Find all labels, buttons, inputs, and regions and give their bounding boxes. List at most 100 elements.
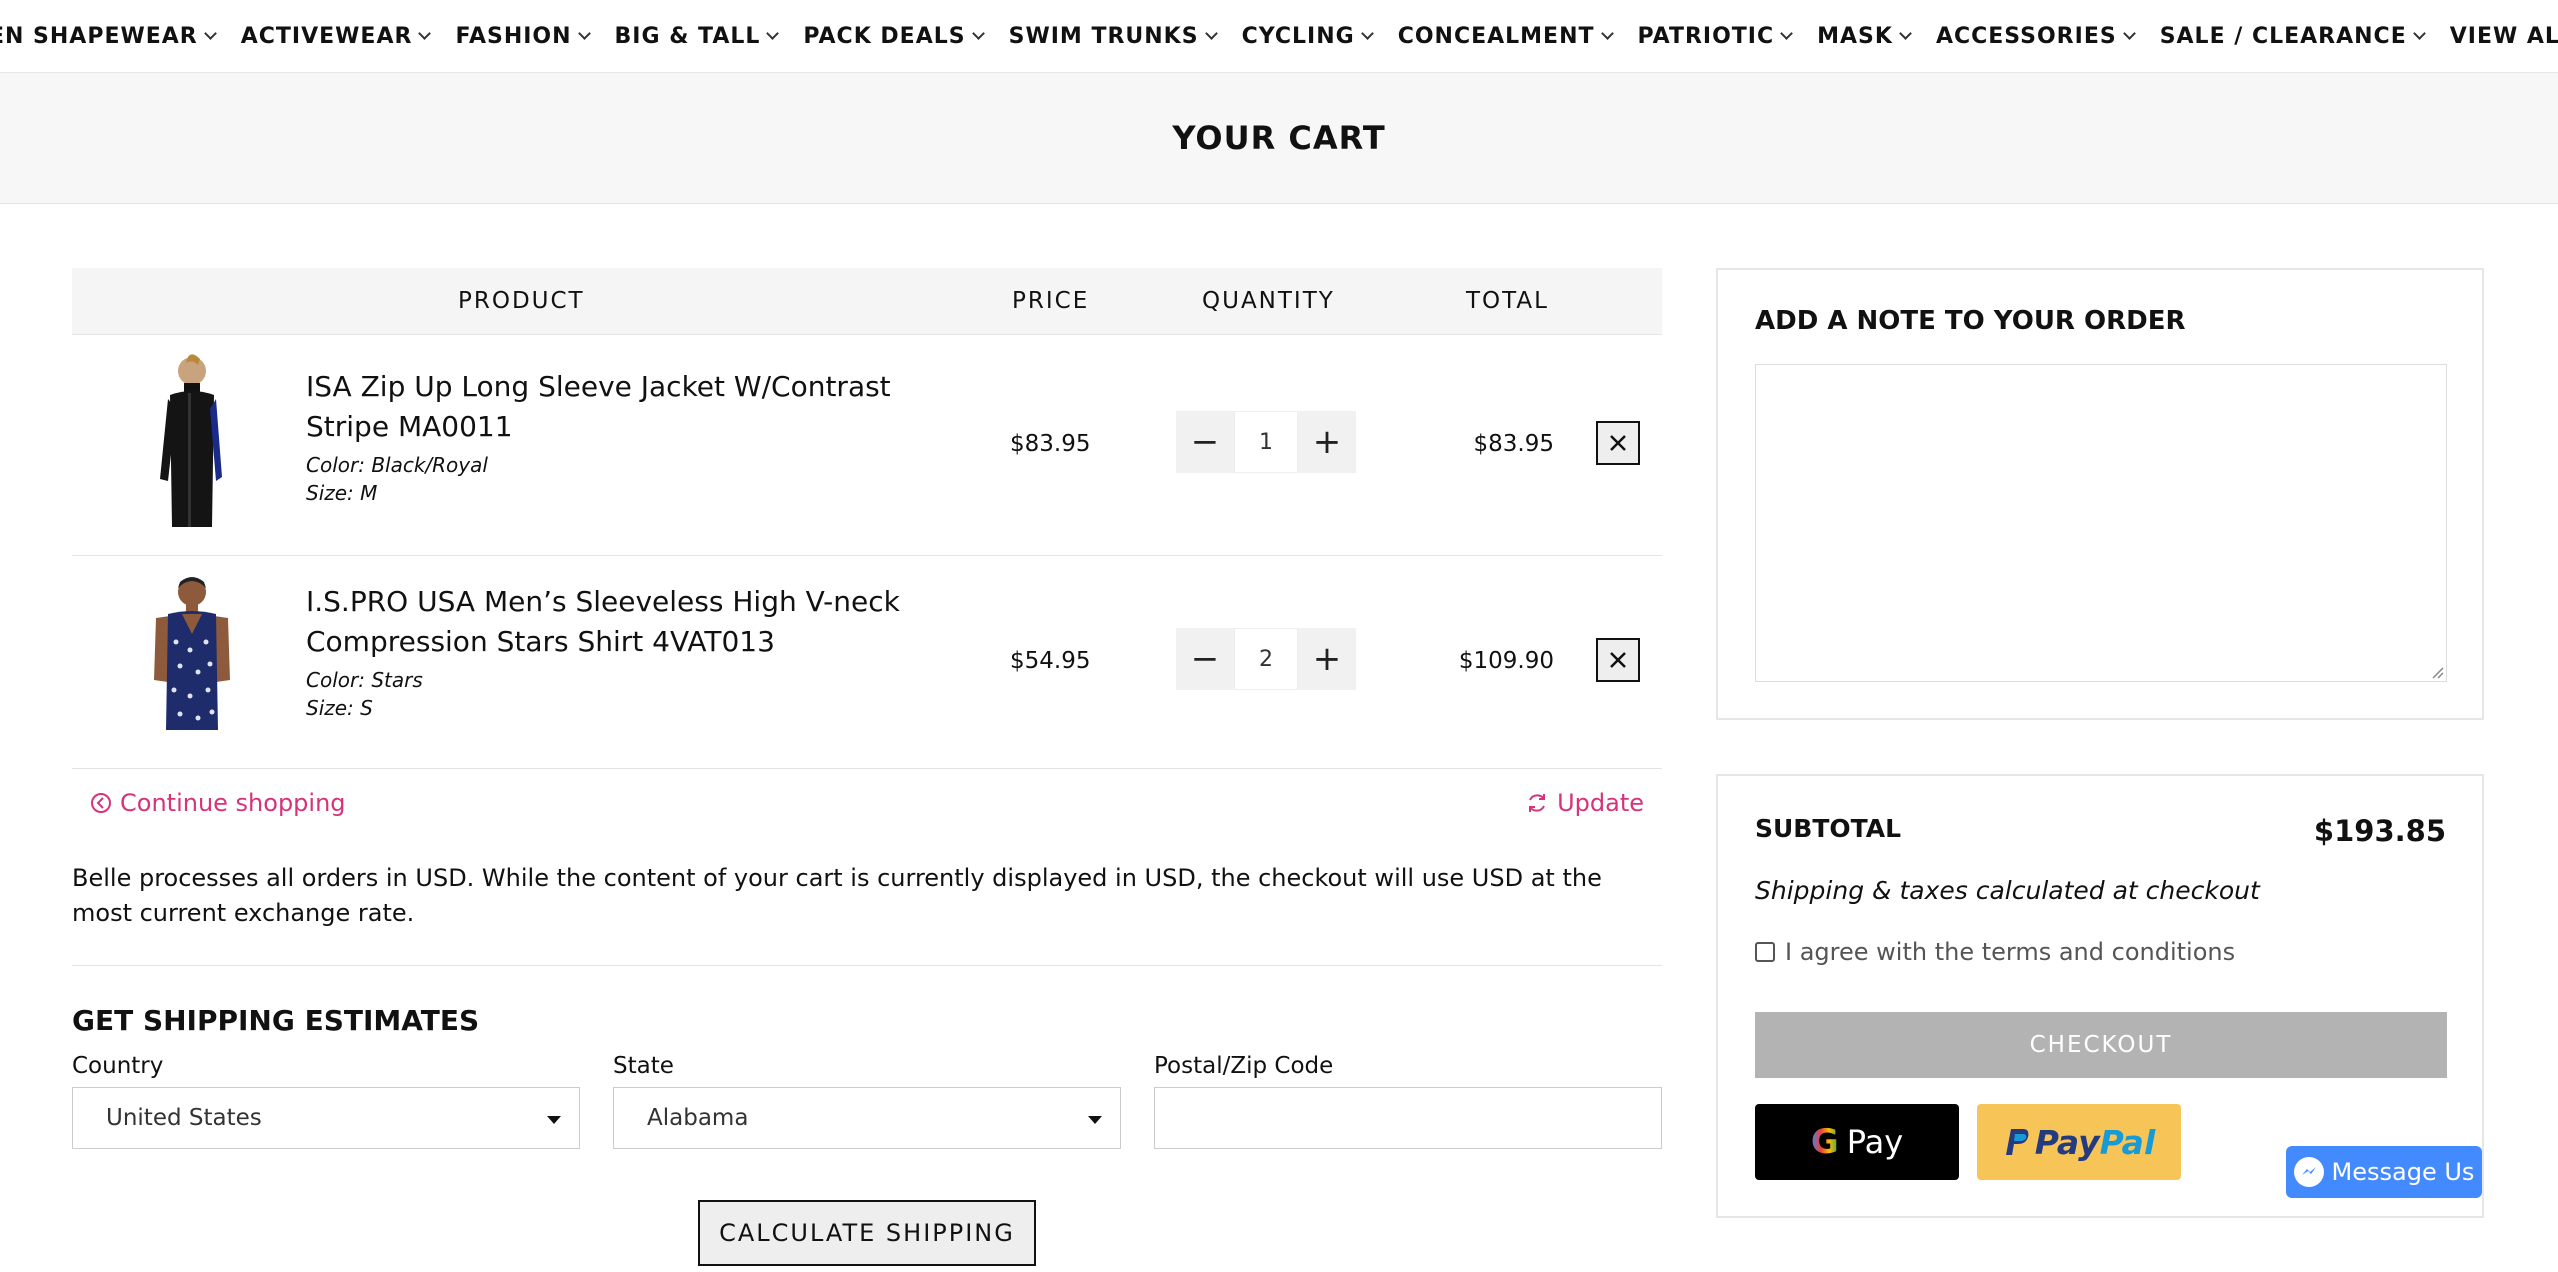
country-select[interactable]: United States <box>72 1087 580 1149</box>
order-note-box: ADD A NOTE TO YOUR ORDER <box>1716 268 2484 720</box>
google-pay-label: Pay <box>1846 1123 1904 1161</box>
nav-label: CONCEALMENT <box>1397 23 1595 49</box>
quantity-input[interactable]: 1 <box>1234 411 1298 473</box>
remove-item-button[interactable] <box>1596 638 1640 682</box>
nav-label: PACK DEALS <box>803 23 966 49</box>
cart-row: I.S.PRO USA Men’s Sleeveless High V-neck… <box>72 556 1662 769</box>
nav-label: CYCLING <box>1241 23 1355 49</box>
nav-label: ACTIVEWEAR <box>240 23 413 49</box>
zip-input[interactable] <box>1154 1087 1662 1149</box>
header-product: PRODUCT <box>458 288 585 314</box>
nav-concealment[interactable]: CONCEALMENT <box>1397 23 1614 49</box>
nav-label: SALE / CLEARANCE <box>2159 23 2407 49</box>
order-note-title: ADD A NOTE TO YOUR ORDER <box>1755 306 2186 336</box>
shipping-fields: Country United States State Alabama Post… <box>72 1053 1662 1149</box>
page-title: YOUR CART <box>1172 119 1386 157</box>
zip-label: Postal/Zip Code <box>1154 1053 1334 1079</box>
product-image[interactable] <box>132 572 252 738</box>
product-name[interactable]: I.S.PRO USA Men’s Sleeveless High V-neck… <box>306 582 946 662</box>
nav-label: BIG & TALL <box>614 23 761 49</box>
product-size: Size: S <box>306 696 373 720</box>
order-note-textarea[interactable] <box>1755 364 2447 682</box>
messenger-button[interactable]: Message Us <box>2286 1146 2482 1198</box>
chevron-down-icon <box>766 26 780 40</box>
line-total: $109.90 <box>1458 648 1554 674</box>
zip-field: Postal/Zip Code <box>1154 1053 1662 1149</box>
nav-accessories[interactable]: ACCESSORIES <box>1936 24 2136 49</box>
nav-activewear[interactable]: ACTIVEWEAR <box>240 23 432 49</box>
terms-label: I agree with the terms and conditions <box>1785 938 2236 966</box>
chevron-down-icon <box>2122 26 2136 40</box>
messenger-label: Message Us <box>2331 1158 2475 1186</box>
chevron-down-icon <box>1204 26 1218 40</box>
chevron-down-icon <box>203 26 217 40</box>
cart-main: PRODUCT PRICE QUANTITY TOTAL ISA Zip Up … <box>72 268 1662 1149</box>
continue-shopping-label: Continue shopping <box>120 789 346 817</box>
checkout-button[interactable]: CHECKOUT <box>1755 1012 2447 1078</box>
nav-pack-deals[interactable]: PACK DEALS <box>803 23 985 49</box>
country-label: Country <box>72 1053 164 1079</box>
nav-label: MASK <box>1817 23 1893 49</box>
chevron-left-circle-icon <box>91 793 111 813</box>
google-pay-button[interactable]: G Pay <box>1755 1104 1959 1180</box>
nav-swim-trunks[interactable]: SWIM TRUNKS <box>1009 24 1218 49</box>
terms-agreement: I agree with the terms and conditions <box>1755 938 2235 966</box>
quantity-decrease-button[interactable]: − <box>1176 411 1234 473</box>
shipping-taxes-note: Shipping & taxes calculated at checkout <box>1755 876 2260 905</box>
chevron-down-icon <box>1899 26 1912 40</box>
chevron-down-icon <box>1780 26 1793 40</box>
product-price: $54.95 <box>1010 648 1091 674</box>
product-color: Color: Black/Royal <box>306 453 488 477</box>
product-name[interactable]: ISA Zip Up Long Sleeve Jacket W/Contrast… <box>306 367 946 447</box>
paypal-button[interactable]: Pay Pal <box>1977 1104 2181 1180</box>
close-icon <box>1610 652 1626 668</box>
header-price: PRICE <box>1012 288 1090 314</box>
product-image[interactable] <box>132 349 252 527</box>
messenger-icon <box>2293 1157 2324 1187</box>
country-field: Country United States <box>72 1053 580 1149</box>
quantity-increase-button[interactable]: + <box>1298 411 1356 473</box>
nav-label: FASHION <box>455 23 572 49</box>
cart-table-header: PRODUCT PRICE QUANTITY TOTAL <box>72 268 1662 335</box>
quantity-input[interactable]: 2 <box>1234 628 1298 690</box>
nav-cycling[interactable]: CYCLING <box>1241 23 1374 49</box>
product-color: Color: Stars <box>306 668 423 692</box>
nav-label: MEN SHAPEWEAR <box>0 23 198 49</box>
nav-men-shapewear[interactable]: MEN SHAPEWEAR <box>0 23 217 49</box>
calculate-shipping-button[interactable]: CALCULATE SHIPPING <box>698 1200 1036 1266</box>
cart-header: YOUR CART <box>0 73 2558 204</box>
remove-item-button[interactable] <box>1596 421 1640 465</box>
currency-note: Belle processes all orders in USD. While… <box>72 864 1602 927</box>
subtotal-value: $193.85 <box>2313 814 2446 848</box>
nav-label: VIEW ALL <box>2449 23 2558 49</box>
terms-checkbox[interactable] <box>1755 942 1775 962</box>
state-select[interactable]: Alabama <box>613 1087 1121 1149</box>
google-g-icon: G <box>1810 1122 1839 1162</box>
subtotal-label: SUBTOTAL <box>1755 814 1902 843</box>
cart-row: ISA Zip Up Long Sleeve Jacket W/Contrast… <box>72 335 1662 556</box>
main-navigation: MEN SHAPEWEAR ACTIVEWEAR FASHION BIG & T… <box>0 0 2558 73</box>
state-label: State <box>613 1053 674 1079</box>
chevron-down-icon <box>1600 26 1614 40</box>
cart-actions: Continue shopping Update <box>72 769 1662 839</box>
country-value: United States <box>106 1105 262 1131</box>
paypal-label-pay: Pay <box>2034 1122 2100 1162</box>
chevron-down-icon <box>418 26 432 40</box>
nav-big-tall[interactable]: BIG & TALL <box>614 23 780 49</box>
nav-view-all[interactable]: VIEW ALL <box>2450 24 2558 49</box>
continue-shopping-link[interactable]: Continue shopping <box>90 789 346 817</box>
nav-sale-clearance[interactable]: SALE / CLEARANCE <box>2159 23 2426 49</box>
quantity-decrease-button[interactable]: − <box>1176 628 1234 690</box>
nav-label: PATRIOTIC <box>1637 23 1775 49</box>
quantity-stepper: − 2 + <box>1176 628 1356 690</box>
close-icon <box>1610 435 1626 451</box>
quantity-stepper: − 1 + <box>1176 411 1356 473</box>
nav-patriotic[interactable]: PATRIOTIC <box>1637 23 1793 49</box>
header-total: TOTAL <box>1466 288 1549 314</box>
quantity-increase-button[interactable]: + <box>1298 628 1356 690</box>
resize-handle-icon <box>2432 667 2444 679</box>
update-cart-link[interactable]: Update <box>1525 789 1644 817</box>
nav-mask[interactable]: MASK <box>1817 23 1912 49</box>
state-field: State Alabama <box>613 1053 1121 1149</box>
nav-fashion[interactable]: FASHION <box>455 23 591 49</box>
